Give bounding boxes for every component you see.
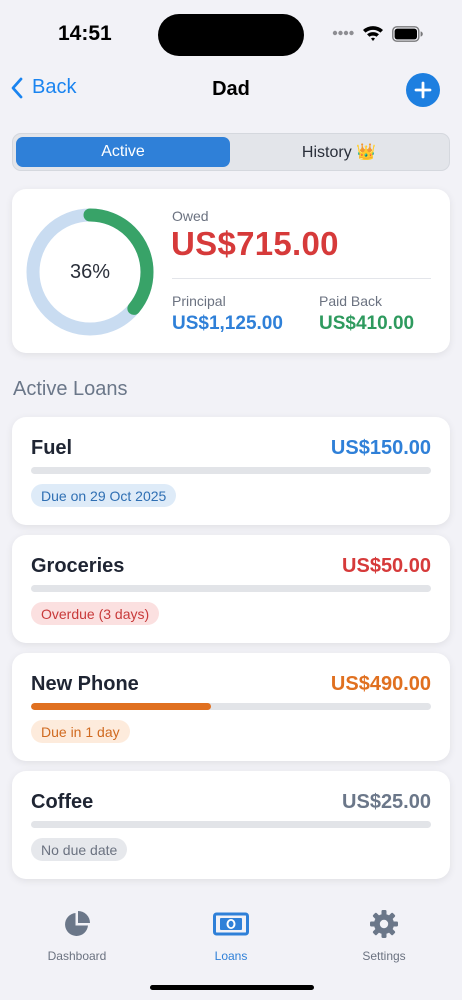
- progress-percent: 36%: [69, 260, 111, 283]
- principal-label: Principal: [172, 293, 226, 309]
- plus-icon: [414, 81, 432, 99]
- loan-progress-bar: [31, 821, 431, 828]
- page-title: Dad: [212, 78, 250, 100]
- tab-settings-label: Settings: [362, 949, 406, 963]
- paid-back-amount: US$410.00: [319, 313, 415, 334]
- segmented-control: Active History 👑: [12, 133, 450, 171]
- owed-label: Owed: [172, 208, 209, 224]
- tab-dashboard[interactable]: Dashboard: [17, 909, 137, 963]
- loan-card[interactable]: Groceries US$50.00 Overdue (3 days): [12, 535, 450, 643]
- tab-active[interactable]: Active: [16, 137, 230, 167]
- loan-name: Coffee: [31, 791, 94, 813]
- due-status-badge: Due on 29 Oct 2025: [31, 484, 177, 507]
- loan-name: Groceries: [31, 555, 125, 577]
- battery-icon: [392, 26, 423, 42]
- loan-card[interactable]: New Phone US$490.00 Due in 1 day: [12, 653, 450, 761]
- due-status-badge: No due date: [31, 838, 128, 861]
- section-title: Active Loans: [13, 378, 128, 400]
- principal-amount: US$1,125.00: [172, 313, 283, 334]
- loan-amount: US$50.00: [342, 555, 431, 577]
- divider: [172, 278, 431, 279]
- tab-loans[interactable]: Loans: [171, 909, 291, 963]
- loan-amount: US$150.00: [330, 437, 431, 459]
- tab-loans-label: Loans: [214, 949, 248, 963]
- tab-history[interactable]: History 👑: [232, 137, 446, 167]
- paid-back-label: Paid Back: [319, 293, 383, 309]
- navigation-bar: Back Dad: [0, 68, 462, 112]
- dynamic-island: [158, 14, 304, 56]
- home-indicator: [150, 985, 314, 990]
- loan-card[interactable]: Coffee US$25.00 No due date: [12, 771, 450, 879]
- pie-chart-icon: [65, 911, 90, 936]
- add-loan-button[interactable]: [406, 73, 440, 107]
- loan-amount: US$25.00: [342, 791, 431, 813]
- loan-card[interactable]: Fuel US$150.00 Due on 29 Oct 2025: [12, 417, 450, 525]
- loan-progress-bar: [31, 585, 431, 592]
- status-time: 14:51: [58, 22, 112, 45]
- loan-amount: US$490.00: [330, 673, 431, 695]
- summary-card: 36% Owed US$715.00 Principal US$1,125.00…: [12, 189, 450, 353]
- status-bar: 14:51: [0, 0, 462, 68]
- loan-progress-bar: [31, 703, 431, 710]
- banknote-icon: [213, 912, 249, 936]
- owed-amount: US$715.00: [171, 225, 339, 262]
- loan-progress-fill: [31, 703, 211, 710]
- tab-settings[interactable]: Settings: [324, 909, 444, 963]
- due-status-badge: Overdue (3 days): [31, 602, 160, 625]
- wifi-icon: [363, 26, 383, 41]
- tab-dashboard-label: Dashboard: [47, 949, 107, 963]
- loan-name: New Phone: [31, 673, 139, 695]
- loan-name: Fuel: [31, 437, 73, 459]
- loan-progress-bar: [31, 467, 431, 474]
- gear-icon: [370, 910, 398, 938]
- due-status-badge: Due in 1 day: [31, 720, 130, 743]
- cellular-signal-icon: [332, 30, 354, 36]
